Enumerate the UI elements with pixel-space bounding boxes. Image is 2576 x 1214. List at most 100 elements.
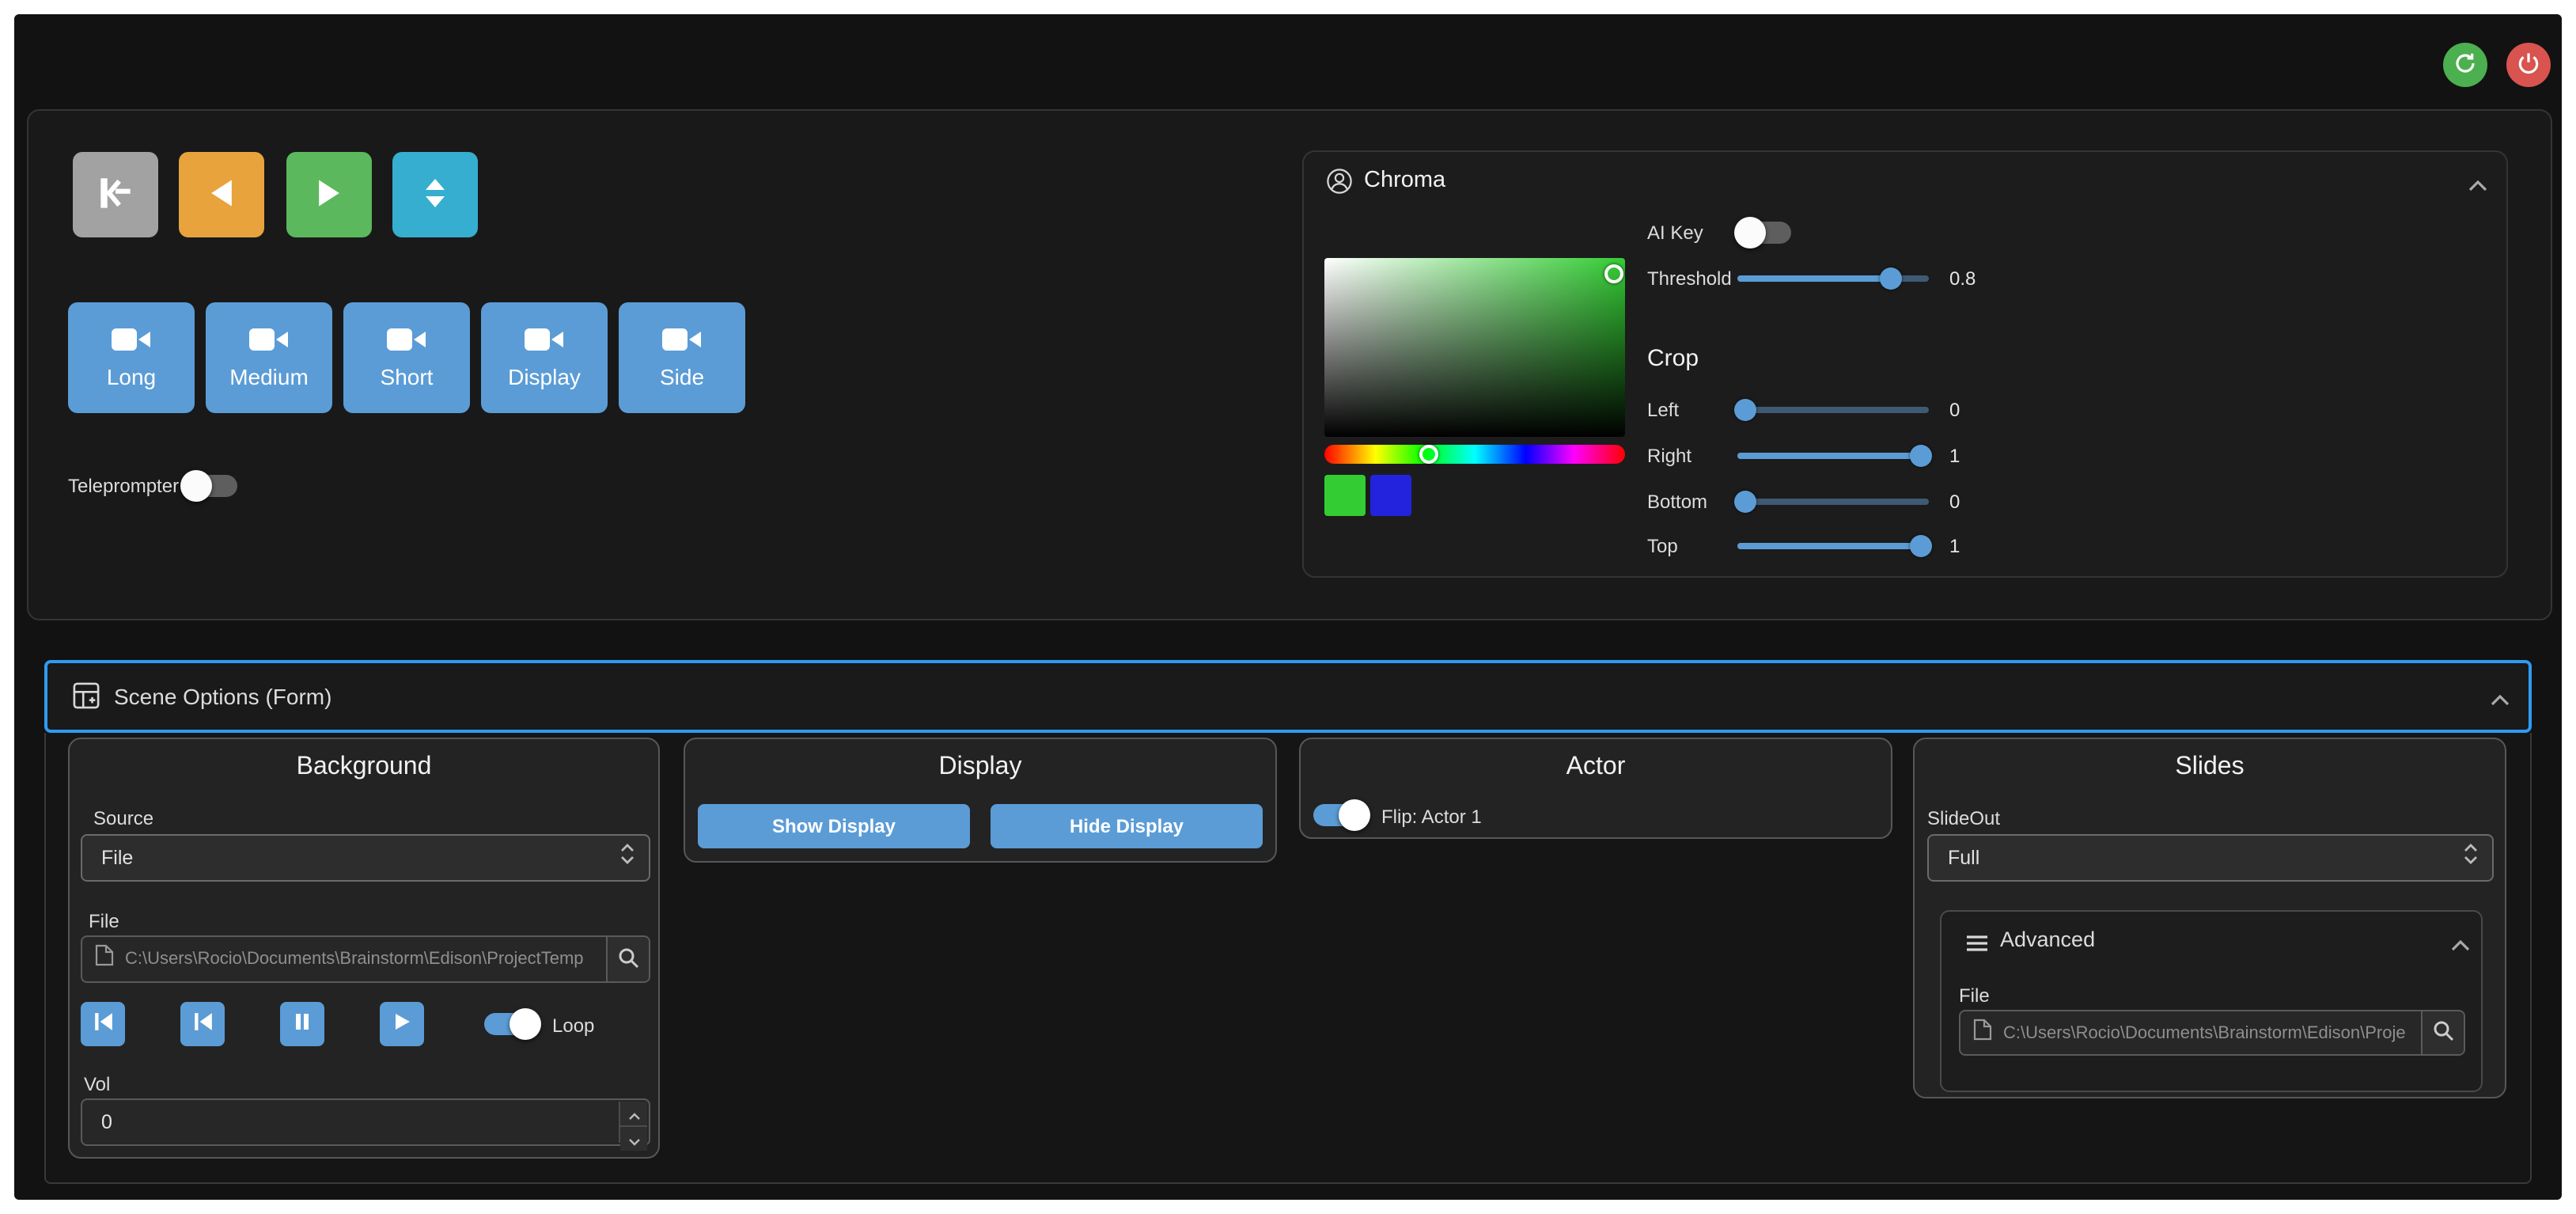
scene-options-collapse-button[interactable] bbox=[2486, 687, 2514, 709]
threshold-value: 0.8 bbox=[1949, 267, 1976, 290]
chroma-title: Chroma bbox=[1364, 169, 1445, 192]
refresh-icon bbox=[2453, 50, 2478, 80]
vol-input[interactable]: 0 bbox=[81, 1098, 650, 1146]
camera-icon bbox=[248, 326, 290, 358]
color-swatch-blue[interactable] bbox=[1370, 475, 1411, 516]
vol-decrement-button[interactable] bbox=[620, 1125, 647, 1151]
stage: Long Medium Short Display Side Telepromp… bbox=[0, 0, 2576, 1214]
source-select[interactable]: File bbox=[81, 834, 650, 882]
chevron-up-icon bbox=[2491, 686, 2510, 710]
crop-top-value: 1 bbox=[1949, 535, 1960, 557]
ai-key-label: AI Key bbox=[1647, 222, 1703, 244]
skip-start-icon bbox=[93, 1011, 113, 1037]
power-icon bbox=[2516, 50, 2541, 80]
camera-button-label: Side bbox=[660, 364, 704, 389]
slider-knob[interactable] bbox=[1880, 267, 1902, 290]
vol-value: 0 bbox=[101, 1111, 112, 1133]
media-restart-button[interactable] bbox=[81, 1002, 125, 1046]
vol-label: Vol bbox=[84, 1073, 110, 1095]
hue-slider[interactable] bbox=[1324, 445, 1625, 464]
color-swatch-green[interactable] bbox=[1324, 475, 1366, 516]
seek-start-button[interactable] bbox=[73, 152, 158, 237]
slider-knob[interactable] bbox=[1734, 399, 1756, 421]
play-forward-button[interactable] bbox=[286, 152, 372, 237]
play-backward-button[interactable] bbox=[179, 152, 264, 237]
show-display-button[interactable]: Show Display bbox=[698, 804, 970, 848]
slideout-select-value: Full bbox=[1948, 847, 1979, 869]
threshold-slider[interactable] bbox=[1737, 275, 1929, 282]
chevron-up-icon bbox=[627, 1102, 640, 1125]
slider-knob[interactable] bbox=[1734, 491, 1756, 513]
teleprompter-toggle[interactable] bbox=[184, 475, 237, 497]
crop-left-value: 0 bbox=[1949, 399, 1960, 421]
chevron-down-icon bbox=[627, 1127, 640, 1151]
slideout-select[interactable]: Full bbox=[1927, 834, 2494, 882]
bg-file-input[interactable]: C:\Users\Rocio\Documents\Brainstorm\Edis… bbox=[81, 935, 650, 983]
crop-right-label: Right bbox=[1647, 445, 1691, 467]
select-arrows-icon bbox=[620, 843, 635, 873]
sv-picker-cursor[interactable] bbox=[1604, 264, 1623, 283]
media-pause-button[interactable] bbox=[280, 1002, 324, 1046]
document-icon bbox=[1973, 1017, 1992, 1049]
power-button[interactable] bbox=[2506, 43, 2551, 87]
form-grid-icon bbox=[73, 682, 100, 717]
crop-left-label: Left bbox=[1647, 399, 1679, 421]
advanced-collapse-button[interactable] bbox=[2446, 932, 2475, 954]
media-play-button[interactable] bbox=[380, 1002, 424, 1046]
flip-actor-toggle[interactable] bbox=[1313, 804, 1367, 826]
crop-top-label: Top bbox=[1647, 535, 1678, 557]
bg-file-browse-button[interactable] bbox=[606, 937, 649, 981]
document-icon bbox=[95, 943, 114, 975]
bg-file-path: C:\Users\Rocio\Documents\Brainstorm\Edis… bbox=[125, 950, 649, 969]
vol-increment-button[interactable] bbox=[620, 1102, 647, 1125]
magnifier-icon bbox=[2432, 1019, 2454, 1046]
loop-toggle[interactable] bbox=[484, 1013, 538, 1035]
camera-long-button[interactable]: Long bbox=[68, 302, 195, 413]
hide-display-button[interactable]: Hide Display bbox=[991, 804, 1263, 848]
loop-label: Loop bbox=[552, 1015, 594, 1037]
camera-button-label: Display bbox=[508, 364, 581, 389]
vol-spinner bbox=[619, 1102, 647, 1143]
chevron-up-icon bbox=[2468, 172, 2487, 195]
hue-slider-cursor[interactable] bbox=[1419, 445, 1438, 464]
camera-medium-button[interactable]: Medium bbox=[206, 302, 332, 413]
crop-bottom-value: 0 bbox=[1949, 491, 1960, 513]
camera-button-label: Short bbox=[381, 364, 434, 389]
slides-file-input[interactable]: C:\Users\Rocio\Documents\Brainstorm\Edis… bbox=[1959, 1010, 2465, 1056]
camera-short-button[interactable]: Short bbox=[343, 302, 470, 413]
crop-left-slider[interactable] bbox=[1737, 407, 1929, 413]
actor-card-title: Actor bbox=[1299, 753, 1892, 782]
background-card-title: Background bbox=[68, 753, 660, 782]
chroma-collapse-button[interactable] bbox=[2464, 173, 2492, 195]
teleprompter-label: Teleprompter bbox=[68, 475, 179, 497]
select-arrows-icon bbox=[2464, 843, 2478, 873]
slides-file-browse-button[interactable] bbox=[2421, 1011, 2464, 1054]
reconnect-button[interactable] bbox=[2443, 43, 2487, 87]
up-down-button[interactable] bbox=[392, 152, 478, 237]
ai-key-toggle[interactable] bbox=[1737, 222, 1791, 244]
camera-icon bbox=[111, 326, 152, 358]
crop-top-slider[interactable] bbox=[1737, 543, 1929, 549]
skip-start-icon bbox=[192, 1011, 213, 1037]
triangles-up-down-icon bbox=[416, 173, 454, 216]
crop-bottom-slider[interactable] bbox=[1737, 499, 1929, 505]
flip-actor-label: Flip: Actor 1 bbox=[1381, 806, 1482, 828]
triangle-right-icon bbox=[312, 175, 347, 214]
slider-fill bbox=[1737, 543, 1921, 549]
slides-card-title: Slides bbox=[1913, 753, 2506, 782]
advanced-title: Advanced bbox=[2000, 929, 2095, 951]
hamburger-icon bbox=[1965, 932, 1989, 961]
source-select-value: File bbox=[101, 847, 133, 869]
toggle-knob bbox=[180, 470, 212, 502]
play-icon bbox=[392, 1011, 411, 1037]
crop-right-slider[interactable] bbox=[1737, 453, 1929, 459]
camera-display-button[interactable]: Display bbox=[481, 302, 608, 413]
camera-button-label: Medium bbox=[229, 364, 309, 389]
camera-side-button[interactable]: Side bbox=[619, 302, 745, 413]
scene-options-title: Scene Options (Form) bbox=[114, 685, 331, 708]
media-prev-button[interactable] bbox=[180, 1002, 225, 1046]
slides-file-label: File bbox=[1959, 984, 1990, 1007]
camera-button-label: Long bbox=[107, 364, 156, 389]
saturation-value-picker[interactable] bbox=[1324, 258, 1625, 437]
scene-options-header[interactable] bbox=[44, 660, 2532, 733]
